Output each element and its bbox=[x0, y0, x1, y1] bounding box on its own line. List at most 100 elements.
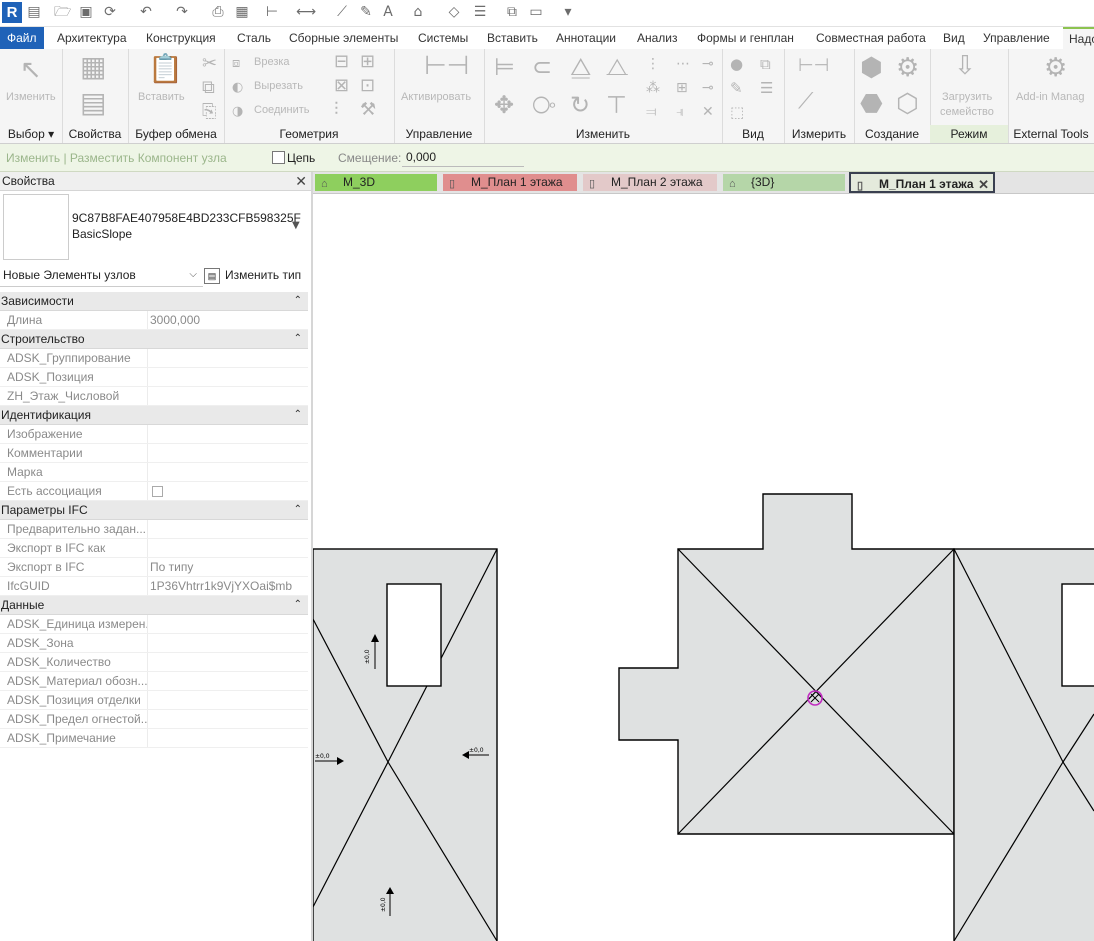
create-group-icon[interactable]: ⬣ bbox=[860, 91, 883, 117]
property-row[interactable]: ADSK_Материал обозн... bbox=[0, 672, 308, 691]
tab-systems[interactable]: Системы bbox=[418, 27, 468, 49]
print-setup-icon[interactable]: ▦ bbox=[234, 4, 250, 20]
collapse-icon[interactable]: ⌃ bbox=[294, 406, 302, 424]
beam-join-icon[interactable]: ⫶ bbox=[334, 101, 339, 119]
group-identity[interactable]: Идентификация ⌃ bbox=[0, 406, 308, 425]
filter-icon[interactable]: ☰ bbox=[760, 79, 773, 97]
select-arrow-icon[interactable]: ↖ bbox=[20, 57, 42, 83]
tab-addins[interactable]: Надс bbox=[1063, 27, 1094, 49]
rotate-icon[interactable]: ↻ bbox=[570, 93, 590, 117]
property-row[interactable]: Предварительно задан... bbox=[0, 520, 308, 539]
mirror-axis-icon[interactable]: ⧋ bbox=[570, 55, 591, 79]
tab-insert[interactable]: Вставить bbox=[487, 27, 538, 49]
join-icon[interactable]: ◑ bbox=[232, 103, 243, 121]
tag-icon[interactable]: ⟋ bbox=[334, 4, 350, 20]
trim-icon[interactable]: ⊤ bbox=[606, 93, 627, 117]
group-ifc-parameters[interactable]: Параметры IFC ⌃ bbox=[0, 501, 308, 520]
tab-massing-site[interactable]: Формы и генплан bbox=[697, 27, 794, 49]
pin-icon[interactable]: ⊸ bbox=[702, 79, 714, 97]
offset-icon[interactable]: ⊂ bbox=[532, 55, 552, 79]
property-row[interactable]: ADSK_Зона bbox=[0, 634, 308, 653]
scale-icon[interactable]: ⊞ bbox=[676, 79, 688, 97]
type-dropdown-icon[interactable]: ▼ bbox=[292, 220, 300, 231]
section-icon[interactable]: ◇ bbox=[446, 4, 462, 20]
property-row[interactable]: ADSK_Примечание bbox=[0, 729, 308, 748]
create-parts-icon[interactable]: ⚙ bbox=[896, 55, 919, 81]
cut-icon[interactable]: ✂ bbox=[202, 55, 217, 73]
cope-icon[interactable]: ⧈ bbox=[232, 55, 240, 73]
unpin-icon[interactable]: ⊸ bbox=[702, 55, 714, 73]
open-icon[interactable]: 🗁 bbox=[54, 4, 71, 20]
paste-icon[interactable]: 📋 bbox=[148, 55, 183, 83]
modify-button[interactable]: Изменить bbox=[6, 91, 56, 103]
type-selector[interactable]: 9C87B8FAE407958E4BD233CFB598325F BasicSl… bbox=[72, 210, 301, 242]
linework-icon[interactable]: ✎ bbox=[730, 79, 743, 97]
tab-analyze[interactable]: Анализ bbox=[637, 27, 678, 49]
view-tab-3d[interactable]: ⌂ {3D} bbox=[723, 174, 845, 191]
tab-collaborate[interactable]: Совместная работа bbox=[816, 27, 926, 49]
addin-manager-button[interactable]: Add-in Manag bbox=[1016, 91, 1085, 103]
annotation-icon[interactable]: ✎ bbox=[358, 4, 374, 20]
cut-geometry-button[interactable]: Врезка bbox=[254, 56, 290, 68]
close-tab-icon[interactable]: ✕ bbox=[978, 174, 989, 195]
create-assembly-icon[interactable]: ⬢ bbox=[860, 55, 883, 81]
association-checkbox[interactable] bbox=[152, 486, 163, 497]
delete-icon[interactable]: ✕ bbox=[702, 103, 714, 121]
collapse-icon[interactable]: ⌃ bbox=[294, 596, 302, 614]
view-cube-icon[interactable]: ⬚ bbox=[730, 103, 744, 121]
tab-view[interactable]: Вид bbox=[943, 27, 965, 49]
panel-title-select[interactable]: Выбор ▾ bbox=[0, 125, 62, 143]
property-row[interactable]: ZH_Этаж_Числовой bbox=[0, 387, 308, 406]
edit-type-button[interactable]: ▤ Изменить тип bbox=[204, 264, 301, 286]
view-tab-plan-1-active[interactable]: ▯ М_План 1 этажа ✕ bbox=[849, 172, 995, 193]
view-tab-m-3d[interactable]: ⌂ М_3D bbox=[315, 174, 437, 191]
split-icon[interactable]: ⋮ bbox=[646, 55, 660, 73]
tab-structure[interactable]: Конструкция bbox=[146, 27, 216, 49]
wall-joins-icon[interactable]: ⊞ bbox=[360, 53, 375, 71]
join-geometry-button[interactable]: Соединить bbox=[254, 104, 310, 116]
property-row[interactable]: ADSK_Предел огнестой... bbox=[0, 710, 308, 729]
align-icon[interactable]: ⊨ bbox=[494, 55, 515, 79]
view-tab-plan-1[interactable]: ▯ М_План 1 этажа bbox=[443, 174, 577, 191]
split-face-icon[interactable]: ⊟ bbox=[334, 53, 349, 71]
tab-precast[interactable]: Сборные элементы bbox=[289, 27, 398, 49]
sync-icon[interactable]: ⟳ bbox=[102, 4, 118, 20]
customize-dropdown-icon[interactable]: ▾ bbox=[560, 4, 576, 20]
tab-steel[interactable]: Сталь bbox=[237, 27, 271, 49]
print-icon[interactable]: ⎙ bbox=[210, 4, 226, 20]
property-row[interactable]: ADSK_Группирование bbox=[0, 349, 308, 368]
group-constraints[interactable]: Зависимости ⌃ bbox=[0, 292, 308, 311]
override-icon[interactable]: ⧉ bbox=[760, 55, 771, 73]
paint-icon[interactable]: ⊡ bbox=[360, 77, 375, 95]
chain-checkbox[interactable] bbox=[272, 151, 285, 164]
match-type-icon[interactable]: ⎘ bbox=[202, 103, 216, 121]
close-icon[interactable]: ✕ bbox=[295, 172, 307, 190]
array-icon[interactable]: ⁂ bbox=[646, 79, 660, 97]
save-icon[interactable]: ▣ bbox=[78, 4, 94, 20]
load-family-line1[interactable]: Загрузить bbox=[942, 91, 992, 103]
app-logo[interactable]: R bbox=[2, 2, 22, 23]
tab-annotate[interactable]: Аннотации bbox=[556, 27, 616, 49]
addin-manager-icon[interactable]: ⚙ bbox=[1044, 55, 1067, 81]
property-row[interactable]: Экспорт в IFC По типу bbox=[0, 558, 308, 577]
offset-input[interactable]: 0,000 bbox=[402, 148, 524, 167]
load-family-icon[interactable]: ⇩ bbox=[954, 53, 976, 79]
undo-icon[interactable]: ↶ bbox=[138, 4, 154, 20]
property-row[interactable]: ADSK_Количество bbox=[0, 653, 308, 672]
property-row[interactable]: ADSK_Позиция bbox=[0, 368, 308, 387]
paste-button[interactable]: Вставить bbox=[138, 91, 185, 103]
property-value[interactable]: 3000,000 bbox=[150, 311, 300, 329]
property-row[interactable]: Комментарии bbox=[0, 444, 308, 463]
property-row[interactable]: ADSK_Единица измерен... bbox=[0, 615, 308, 634]
extend-icon[interactable]: ⫣ bbox=[676, 103, 684, 121]
group-data[interactable]: Данные ⌃ bbox=[0, 596, 308, 615]
load-family-line2[interactable]: семейство bbox=[940, 106, 994, 118]
properties-icon[interactable]: ▤ bbox=[80, 89, 106, 117]
uncut-geometry-button[interactable]: Вырезать bbox=[254, 80, 303, 92]
copy-element-icon[interactable]: ⧂ bbox=[532, 93, 556, 117]
hide-icon[interactable]: ● bbox=[730, 55, 743, 73]
property-row[interactable]: ADSK_Позиция отделки bbox=[0, 691, 308, 710]
property-row[interactable]: Марка bbox=[0, 463, 308, 482]
trim-multiple-icon[interactable]: ⫤ bbox=[646, 103, 657, 121]
property-row[interactable]: IfcGUID 1P36Vhtrr1k9VjYXOai$mb bbox=[0, 577, 308, 596]
